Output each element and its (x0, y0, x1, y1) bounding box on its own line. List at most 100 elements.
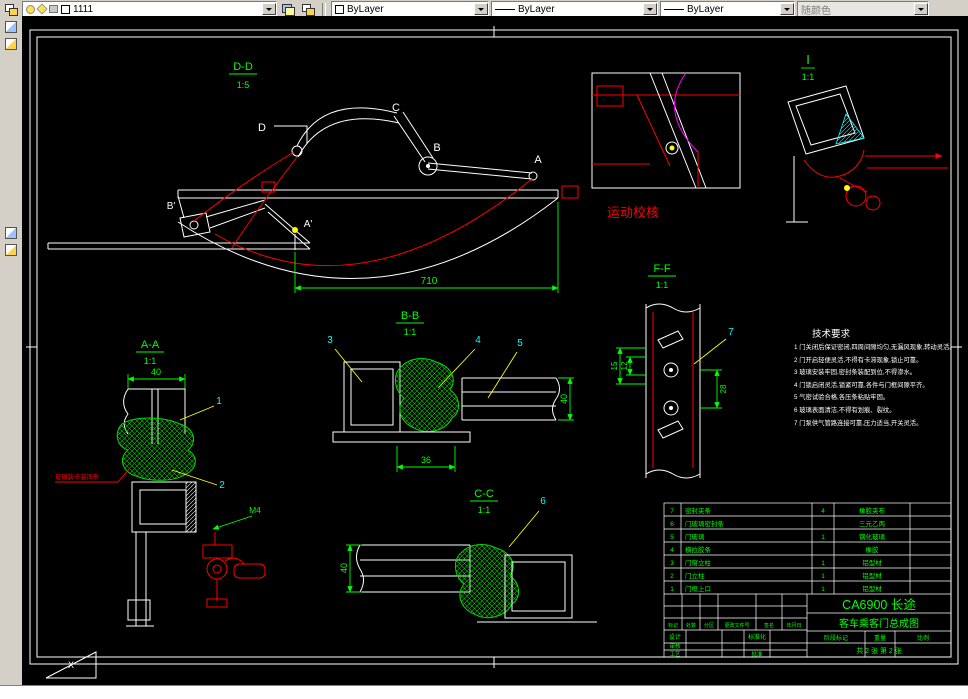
part-name: 门玻璃密封条 (685, 519, 725, 528)
command-line[interactable] (0, 685, 968, 699)
tech-requirements: 技术要求 1 门关闭后保证密闭,四周间隙均匀,无漏风现象,转动灵活。 2 门开启… (794, 328, 956, 427)
title-block: 7 密封夹条 4 橡胶夹布 6 门玻璃密封条 三元乙丙 5 门玻璃 1 钢化玻璃… (663, 502, 952, 658)
dim-40-v: 40 (339, 563, 349, 573)
modify-tool-icon (5, 226, 17, 239)
part-qty: 1 (821, 560, 825, 567)
section-scale: 1:1 (144, 356, 157, 366)
left-toolbar-button-4[interactable] (2, 241, 20, 258)
layer-combo-arrow[interactable] (262, 3, 276, 15)
section-label: C-C (474, 488, 494, 500)
ucs-x-label: X (68, 660, 74, 670)
section-label: B-B (401, 310, 419, 322)
layers-icon (5, 3, 18, 16)
point-label-b: B (433, 142, 440, 154)
layer-combo[interactable]: 1111 (22, 1, 277, 17)
view-aa: A-A 1:1 40 1 2 玻璃装卡装饰条 M4 (55, 339, 266, 627)
color-combo-arrow[interactable] (474, 3, 488, 15)
glass-trim-label: 玻璃装卡装饰条 (55, 472, 100, 481)
chevron-down-icon (478, 7, 484, 14)
linetype-combo-value: ByLayer (518, 3, 555, 15)
tech-item: 7 门泵供气管路连接可靠,压力适当,开关灵活。 (794, 418, 922, 427)
callout-6: 6 (540, 496, 546, 507)
point-label-b-prime: B' (167, 201, 176, 212)
tech-item: 5 气密试验合格,各压条粘贴牢固。 (794, 392, 889, 401)
field-mark: 标记 (668, 622, 678, 629)
dim-28: 28 (719, 384, 728, 393)
detail-scale: 1:1 (802, 72, 815, 82)
part-qty: 1 (821, 573, 825, 580)
chevron-down-icon (918, 7, 924, 14)
view-dd: D-D 1:5 D C B A A' B' 710 (47, 61, 579, 293)
drawing-canvas[interactable]: D-D 1:5 D C B A A' B' 710 运动校核 I 1:1 F-F… (22, 16, 968, 686)
part-name: 横拉胶条 (685, 545, 712, 554)
part-no: 3 (670, 560, 674, 567)
color-combo[interactable]: ByLayer (331, 1, 489, 17)
color-swatch (335, 4, 344, 14)
left-toolbar-button-3[interactable] (2, 224, 20, 241)
layer-unlock-icon (49, 5, 58, 13)
part-qty: 1 (821, 586, 825, 593)
detail-i: I 1:1 (786, 52, 948, 223)
left-toolbar-button-1[interactable] (2, 18, 20, 35)
part-no: 2 (670, 573, 674, 580)
point-label-a-prime: A' (304, 219, 313, 230)
layer-on-icon (26, 4, 35, 14)
drawing-area[interactable]: D-D 1:5 D C B A A' B' 710 运动校核 I 1:1 F-F… (22, 16, 968, 686)
part-name: 门玻璃 (685, 532, 705, 541)
left-toolbar-button-2[interactable] (2, 35, 20, 52)
motion-check-label: 运动校核 (607, 205, 659, 220)
part-material: 三元乙丙 (859, 520, 886, 528)
section-label: D-D (233, 61, 253, 73)
linetype-combo[interactable]: ByLayer (491, 1, 658, 17)
field-stage: 阶段标记 (824, 634, 848, 642)
draw-tool-icon (5, 37, 17, 50)
lineweight-sample-icon (664, 8, 684, 10)
section-scale: 1:5 (237, 80, 250, 90)
part-no: 5 (670, 534, 674, 541)
section-scale: 1:1 (478, 505, 491, 515)
part-material: 铝型材 (862, 558, 882, 567)
view-bb: B-B 1:1 3 4 5 36 40 (327, 310, 574, 472)
parts-list: 7 密封夹条 4 橡胶夹布 6 门玻璃密封条 三元乙丙 5 门玻璃 1 钢化玻璃… (670, 506, 885, 593)
view-ff: F-F 1:1 12 15 28 7 (610, 263, 734, 479)
make-layer-current-button[interactable] (279, 2, 297, 16)
lineweight-combo[interactable]: ByLayer (660, 1, 795, 17)
layer-states-button[interactable] (299, 2, 317, 16)
field-design: 设计 (669, 633, 681, 641)
field-sign: 签名 (764, 622, 774, 629)
tech-title: 技术要求 (812, 328, 851, 340)
dim-12: 12 (620, 361, 629, 370)
tech-item: 1 门关闭后保证密闭,四周间隙均匀,无漏风现象,转动灵活。 (794, 342, 956, 351)
part-name: 门立柱 (685, 571, 705, 580)
callout-5: 5 (517, 338, 523, 349)
point-label-d: D (258, 122, 266, 134)
part-material: 橡胶 (866, 545, 880, 554)
field-check: 审核 (669, 642, 681, 650)
section-label: F-F (653, 263, 670, 275)
field-approve: 批准 (751, 650, 763, 658)
layer-manager-button[interactable] (2, 2, 20, 16)
toolbar-separator (322, 2, 326, 16)
callout-2: 2 (219, 480, 225, 491)
callout-7: 7 (728, 327, 734, 338)
lineweight-combo-arrow[interactable] (780, 3, 794, 15)
section-label: A-A (141, 339, 160, 351)
motion-check-detail: 运动校核 (591, 72, 741, 220)
layer-combo-value: 1111 (73, 3, 94, 15)
field-zone: 分区 (704, 622, 714, 629)
lineweight-combo-value: ByLayer (687, 3, 724, 15)
tech-item: 6 玻璃表面清洁,不得有划痕、裂纹。 (794, 405, 895, 414)
callout-4: 4 (475, 335, 481, 346)
field-scale: 比例 (917, 634, 929, 642)
drawing-code: CA6900 长途 (842, 597, 916, 612)
tech-item: 3 玻璃安装牢固,密封条装配到位,不得渗水。 (794, 367, 916, 376)
dim-36: 36 (421, 455, 431, 465)
plotstyle-combo-arrow (914, 3, 928, 15)
part-name: 密封夹条 (685, 506, 712, 515)
part-name: 门窗立柱 (685, 558, 712, 567)
plotstyle-combo-value: 随颜色 (801, 5, 831, 17)
chevron-down-icon (784, 7, 790, 14)
chevron-down-icon (647, 7, 653, 14)
field-standard: 标准化 (748, 633, 766, 641)
linetype-combo-arrow[interactable] (643, 3, 657, 15)
